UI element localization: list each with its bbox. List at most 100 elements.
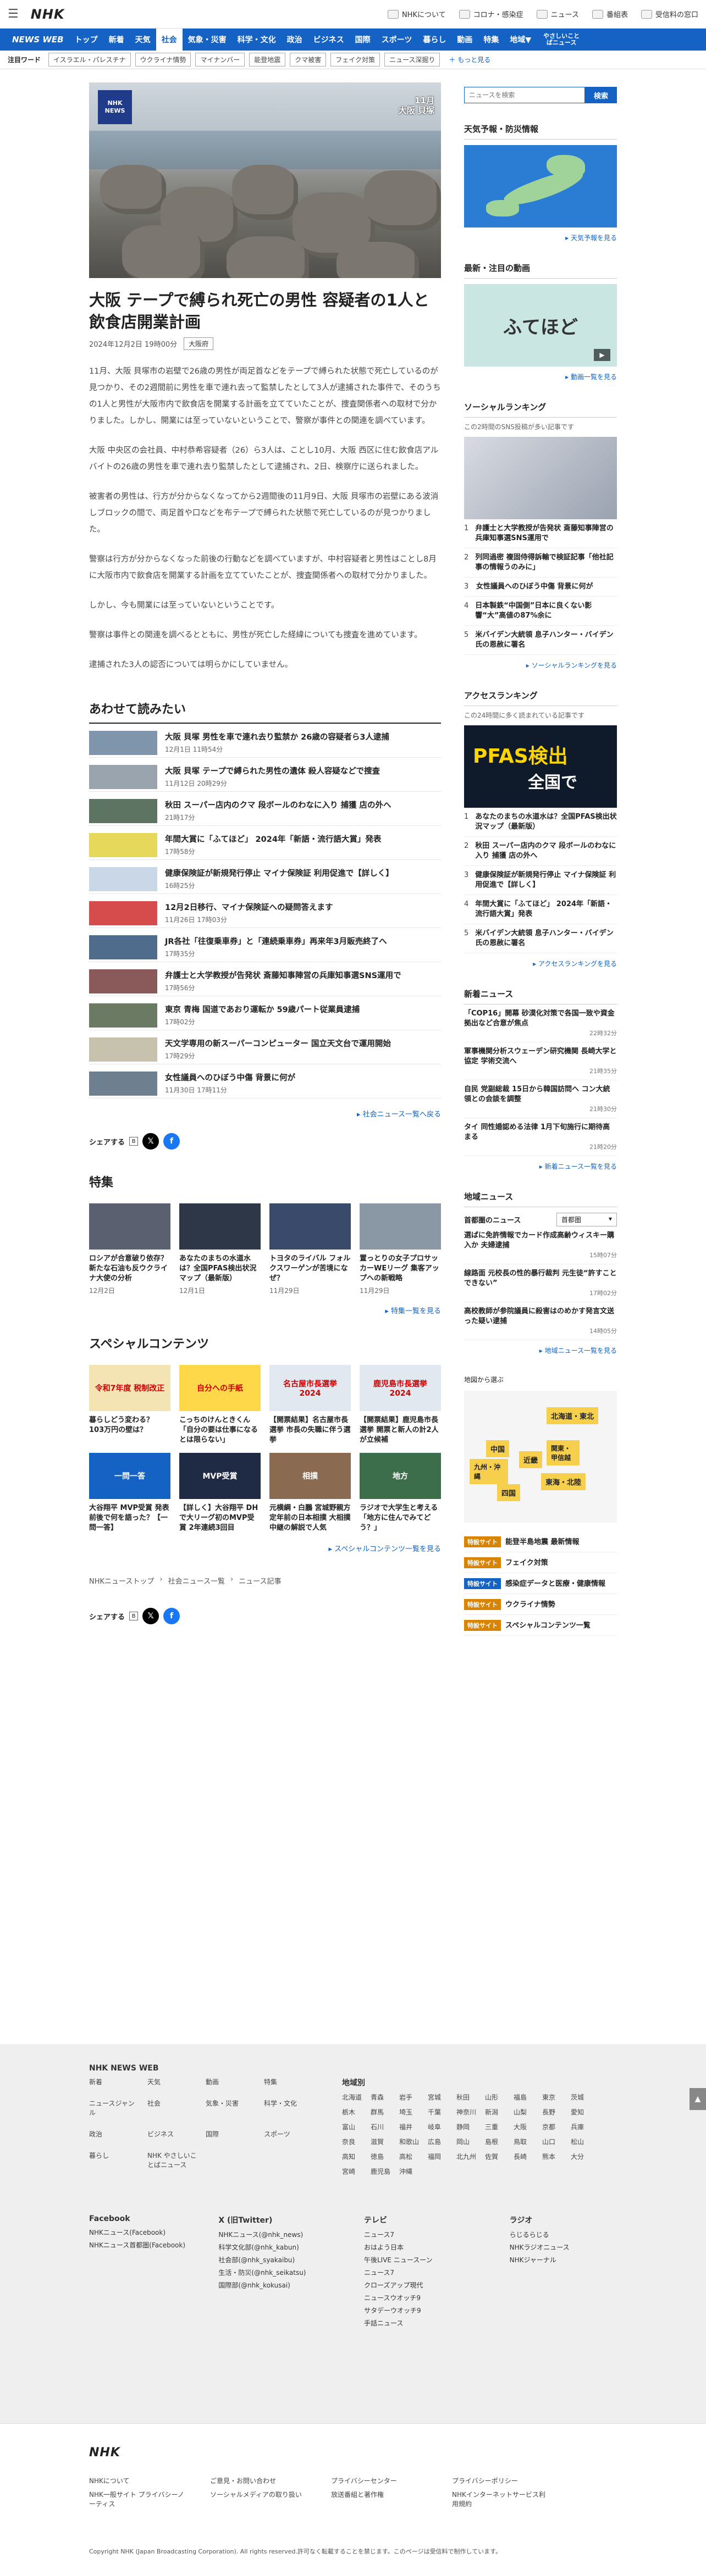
footer-link[interactable]: 千葉 [428,2107,448,2117]
related-item[interactable]: JR各社「往復乗車券」と「連続乗車券」再来年3月販売終了へ 17時35分 [89,932,441,962]
news-item[interactable]: 「COP16」開幕 砂漠化対策で各国一致や資金拠出など合意が焦点 22時32分 [464,1004,617,1042]
ranking-item[interactable]: 1 あなたのまちの水道水は？全国PFAS検出状況マップ（最新版） [464,808,617,837]
footer-link[interactable]: 岐阜 [428,2122,448,2131]
special-site-text[interactable]: フェイク対策 [505,1559,548,1567]
related-item[interactable]: 年間大賞に「ふてほど」 2024年「新語・流行語大賞」発表 17時58分 [89,830,441,860]
nav-item-video[interactable]: 動画 [451,29,478,51]
related-item-title[interactable]: 年間大賞に「ふてほど」 2024年「新語・流行語大賞」発表 [165,834,381,845]
related-item-title[interactable]: 女性議員へのひぼう中傷 背景に何が [165,1073,295,1084]
feature-card[interactable]: あなたのまちの水道水は？全国PFAS検出状況マップ（最新版） 12月1日 [179,1203,261,1295]
footer-link[interactable]: 徳島 [371,2152,390,2161]
x-icon[interactable]: 𝕏 [142,1133,159,1150]
video-thumbnail[interactable]: ふてほど ▶ [464,284,617,367]
video-more-link[interactable]: ▸ 動画一覧を見る [464,372,617,381]
footer-link[interactable]: 東京 [542,2092,562,2102]
footer-link[interactable]: 京都 [542,2122,562,2131]
ranking-item[interactable]: 4 年間大賞に「ふてほど」 2024年「新語・流行語大賞」発表 [464,895,617,924]
trend-chip[interactable]: イスラエル・パレスチナ [48,53,131,66]
footer-link[interactable]: 福岡 [428,2152,448,2161]
footer-link[interactable]: ニュースジャンル [89,2098,139,2124]
footer-nhk-logo[interactable]: NHK [89,2446,617,2460]
footer-link[interactable]: 富山 [342,2122,362,2131]
footer-link[interactable]: 滋賀 [371,2137,390,2146]
footer-link[interactable]: 科学文化部(@nhk_kabun) [218,2242,342,2252]
header-link-news[interactable]: ニュース [536,9,579,19]
ranking-item[interactable]: 4 日本製鉄“中国側”日本に良くない影響“大”高値の87%余に [464,597,617,626]
footer-link[interactable]: 静岡 [456,2122,476,2131]
special-card[interactable]: 地方 ラジオで大学生と考える「地方に住んでみてどう？」 [360,1453,441,1533]
footer-link[interactable]: 宮城 [428,2092,448,2102]
news-item[interactable]: 線路面 元校長の性的暴行裁判 元生徒“許すことできない” 17時02分 [464,1264,617,1302]
footer-link[interactable]: 社会 [147,2098,197,2124]
special-card[interactable]: 名古屋市長選挙 2024 【開票結果】名古屋市長選挙 市長の失職に伴う選挙 [269,1365,351,1445]
facebook-icon[interactable]: f [163,1133,180,1150]
footer-link[interactable]: 暮らし [89,2151,139,2176]
footer-link[interactable]: ビジネス [147,2129,197,2145]
region-kyushu[interactable]: 九州・沖縄 [470,1459,508,1484]
footer-link[interactable]: 奈良 [342,2137,362,2146]
rank-title[interactable]: 年間大賞に「ふてほど」 2024年「新語・流行語大賞」発表 [475,900,617,919]
related-item[interactable]: 天文学専用の新スーパーコンピューター 国立天文台で運用開始 17時29分 [89,1035,441,1064]
special-site-link[interactable]: 特設サイト フェイク対策 [464,1552,617,1573]
footer-link[interactable]: 熊本 [542,2152,562,2161]
related-item-title[interactable]: 大阪 貝塚 テープで縛られた男性の遺体 殺人容疑などで捜査 [165,766,380,777]
footer-link[interactable]: ご意見・お問い合わせ [210,2476,309,2485]
special-card[interactable]: 相撲 元横綱・白鵬 宮城野親方 定年前の日本相撲 大相撲中継の解説で人気 [269,1453,351,1533]
local-more-link[interactable]: ▸ 地域ニュース一覧を見る [464,1346,617,1355]
search-input[interactable] [464,87,585,103]
footer-link[interactable]: NHKニュース(@nhk_news) [218,2230,342,2239]
special-title[interactable]: ラジオで大学生と考える「地方に住んでみてどう？」 [360,1503,441,1533]
nav-item-science[interactable]: 科学・文化 [232,29,282,51]
nav-item-easy-news[interactable]: やさしいことばニュース [537,29,586,51]
footer-link[interactable]: 松山 [571,2137,591,2146]
feature-title[interactable]: トヨタのライバル フォルクスワーゲンが苦境になぜ？ [269,1254,351,1284]
special-card[interactable]: 自分への手紙 こっちのけんときくん「自分の要は仕事になるとは限らない」 [179,1365,261,1445]
footer-link[interactable]: 福井 [399,2122,419,2131]
footer-link[interactable]: プライバシーセンター [331,2476,430,2485]
facebook-icon[interactable]: f [163,1608,180,1624]
footer-link[interactable]: 長野 [542,2107,562,2117]
footer-link[interactable]: 広島 [428,2137,448,2146]
header-link-about[interactable]: NHKについて [387,9,446,19]
footer-link[interactable]: ニュース7 [364,2268,488,2277]
region-shikoku[interactable]: 四国 [497,1484,521,1501]
related-item[interactable]: 12月2日移行、マイナ保険証への疑問答えます 11月26日 17時03分 [89,898,441,928]
header-link-fee[interactable]: 受信料の窓口 [641,9,698,19]
footer-link[interactable]: 高松 [399,2152,419,2161]
rank-title[interactable]: 健康保険証が新規発行停止 マイナ保険証 利用促進で【詳しく】 [475,870,617,890]
footer-link[interactable]: NHKインターネットサービス利用規約 [452,2490,551,2508]
special-site-text[interactable]: スペシャルコンテンツ一覧 [505,1622,591,1630]
nav-item-sports[interactable]: スポーツ [376,29,418,51]
weather-more-link[interactable]: ▸ 天気予報を見る [464,233,617,242]
footer-link[interactable]: おはよう日本 [364,2242,488,2252]
related-item-title[interactable]: 健康保険証が新規発行停止 マイナ保険証 利用促進で【詳しく】 [165,868,394,879]
footer-link[interactable]: 新潟 [485,2107,505,2117]
footer-link[interactable]: 宮崎 [342,2167,362,2176]
footer-link[interactable]: 国際部(@nhk_kokusai) [218,2280,342,2290]
breadcrumb-item[interactable]: 社会ニュース一覧 [168,1575,225,1586]
menu-icon[interactable]: ☰ [8,7,19,21]
footer-link[interactable]: クローズアップ現代 [364,2280,488,2290]
news-item[interactable]: 高校教師が参院議員に殺害はのめかす発言文送った疑い逮捕 14時05分 [464,1302,617,1340]
news-title[interactable]: タイ 同性婚認める法律 1月下旬施行に期待高まる [464,1123,617,1142]
feature-more-link[interactable]: ▸ 特集一覧を見る [89,1305,441,1315]
footer-link[interactable]: プライバシーポリシー [452,2476,551,2485]
ranking-item[interactable]: 3 女性議員へのひぼう中傷 背景に何が [464,578,617,597]
newest-more-link[interactable]: ▸ 新着ニュース一覧を見る [464,1162,617,1171]
special-title[interactable]: 【詳しく】大谷翔平 DHで大リーグ初のMVP受賞 2年連続3回目 [179,1503,261,1533]
breadcrumb-item[interactable]: NHKニューストップ [89,1575,154,1586]
footer-link[interactable]: スポーツ [264,2129,313,2145]
footer-link[interactable]: 神奈川 [456,2107,476,2117]
rank-title[interactable]: 列同過密 複固侍得訴輸で検証記事「他社記事の情報うのみに」 [475,553,617,573]
hatena-icon[interactable]: B [129,1137,139,1146]
special-site-text[interactable]: 能登半島地震 最新情報 [505,1538,580,1546]
special-card[interactable]: 一問一答 大谷翔平 MVP受賞 発表前後で何を語った？【一問一答】 [89,1453,170,1533]
related-item-title[interactable]: 東京 青梅 国道であおり運転か 59歳パート従業員逮捕 [165,1004,360,1015]
trend-chip[interactable]: マイナンバー [195,53,245,66]
footer-link[interactable]: 国際 [206,2129,255,2145]
footer-link[interactable]: 大阪 [514,2122,533,2131]
footer-link[interactable]: 栃木 [342,2107,362,2117]
ranking-item[interactable]: 1 弁護士と大学教授が告発状 斎藤知事陣営の兵庫知事選SNS運用で [464,519,617,548]
footer-link[interactable]: 鳥取 [514,2137,533,2146]
trend-chip[interactable]: 能登地震 [249,53,286,66]
